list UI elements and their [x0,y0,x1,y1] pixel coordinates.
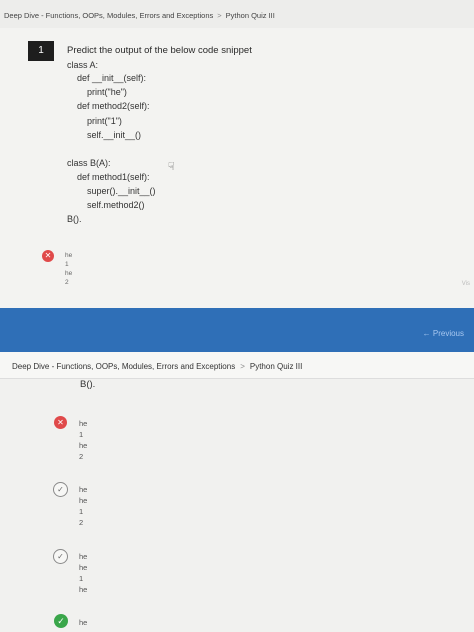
option-line: 2 [65,279,69,286]
option-line: 1 [79,430,84,439]
code-line: class A: [67,60,99,70]
breadcrumb: Deep Dive - Functions, OOPs, Modules, Er… [12,362,302,371]
option-line: he [65,252,73,259]
option-line: 1 [79,507,84,516]
code-line: def method2(self): [67,101,150,111]
answer-option-selected[interactable]: he 1 he 2 [65,251,72,287]
wrong-x-icon: ✕ [54,416,67,429]
option-line: 2 [79,452,84,461]
code-line: super().__init__() [67,186,156,196]
breadcrumb: Deep Dive - Functions, OOPs, Modules, Er… [4,11,275,20]
code-line: def method1(self): [67,172,150,182]
wrong-x-icon: ✕ [42,250,54,262]
question-prompt: Predict the output of the below code sni… [67,45,252,56]
code-line: class B(A): [67,158,111,168]
answer-option[interactable]: he [79,617,87,628]
correct-check-icon: ✓ [54,614,68,628]
code-line: print("1") [67,116,122,126]
answer-option[interactable]: he he 1 2 [79,484,87,528]
breadcrumb-course-link[interactable]: Deep Dive - Functions, OOPs, Modules, Er… [12,362,235,371]
answer-option[interactable]: he he 1 he [79,551,87,595]
breadcrumb-quiz-title: Python Quiz III [249,362,303,371]
code-line: self.__init__() [67,130,142,140]
code-line: print("he") [67,87,127,97]
breadcrumb-course-link[interactable]: Deep Dive - Functions, OOPs, Modules, Er… [4,11,213,20]
question-number-badge: 1 [28,41,54,61]
option-line: he [79,485,88,494]
breadcrumb-separator: > [240,362,245,371]
option-line: he [79,618,88,627]
option-line: he [79,419,88,428]
option-line: he [79,585,88,594]
option-line: he [65,270,73,277]
option-line: he [79,552,88,561]
option-line: 1 [79,574,84,583]
breadcrumb-quiz-title: Python Quiz III [225,11,275,20]
option-line: he [79,563,88,572]
previous-button[interactable]: ← Previous [423,329,464,338]
code-line: B(). [80,379,96,390]
code-line: self.method2() [67,200,145,210]
partial-text: Vis [461,281,470,287]
option-line: he [79,441,88,450]
answer-option[interactable]: he 1 he 2 [79,418,87,462]
code-line: B(). [67,214,82,224]
option-line: 2 [79,518,84,527]
option-line: he [79,496,88,505]
code-line: def __init__(self): [67,73,147,83]
option-line: 1 [65,261,69,268]
quiz-screen-top: Deep Dive - Functions, OOPs, Modules, Er… [0,0,474,352]
quiz-screen-bottom [0,352,474,632]
footer-navigation-bar [0,308,474,352]
breadcrumb-separator: > [217,11,222,20]
radio-check-icon[interactable]: ✓ [53,549,68,564]
hand-cursor-icon: ☟ [168,161,175,173]
radio-check-icon[interactable]: ✓ [53,482,68,497]
